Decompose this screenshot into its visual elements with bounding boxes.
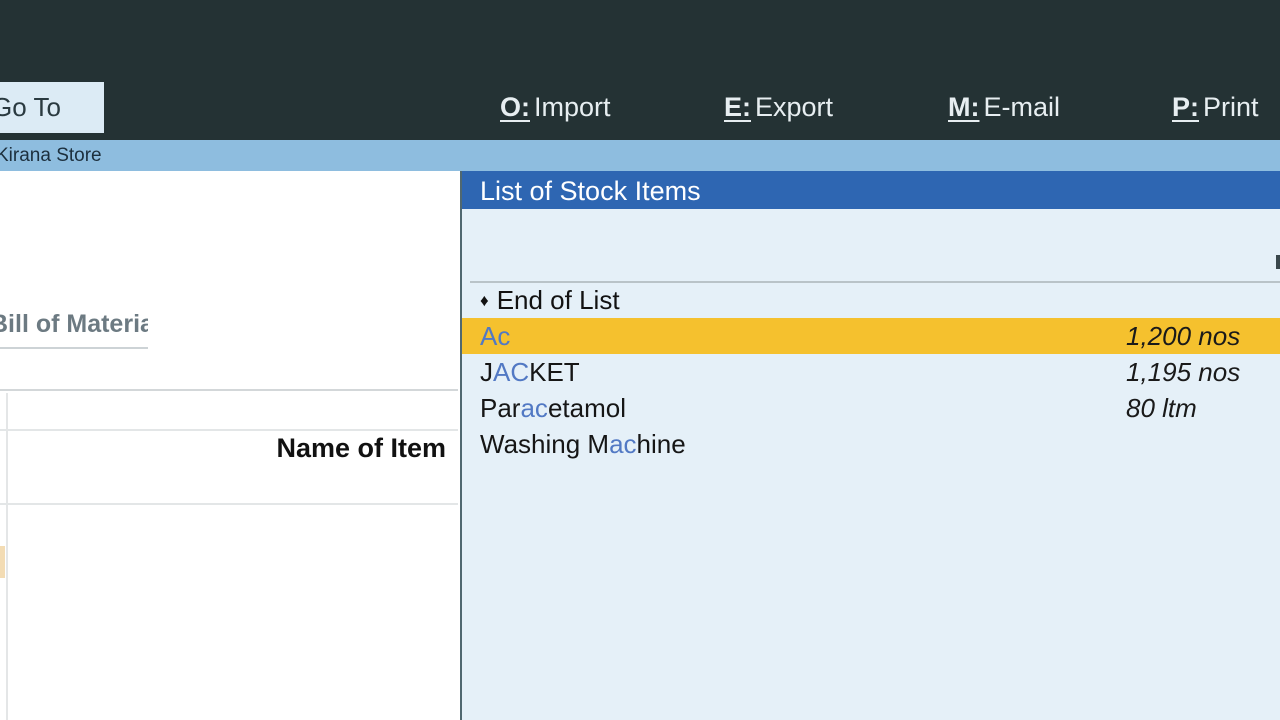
item-name-prefix: Washing M xyxy=(480,429,610,459)
list-item[interactable]: Washing Machine xyxy=(462,426,1280,462)
email-shortcut: M: xyxy=(948,92,980,122)
bom-heading-text: Bill of Materials xyxy=(0,310,148,338)
bom-form-panel: Bill of Materials Name of Item xyxy=(0,171,460,720)
export-shortcut: E: xyxy=(724,92,751,122)
item-name-match: c xyxy=(497,321,511,351)
list-item-selected[interactable]: Ac 1,200 nos xyxy=(462,318,1280,354)
item-name-rest: hine xyxy=(636,429,686,459)
item-name: Washing Machine xyxy=(480,426,686,462)
goto-button-label: Go To xyxy=(0,92,61,122)
scroll-indicator[interactable] xyxy=(1276,255,1280,269)
bom-heading: Bill of Materials xyxy=(0,309,148,349)
form-divider xyxy=(0,389,458,391)
stock-items-list-panel: List of Stock Items ♦ End of List Ac 1,20… xyxy=(460,171,1280,720)
diamond-icon: ♦ xyxy=(480,291,489,310)
item-name-rest: KET xyxy=(529,357,580,387)
item-name-match: AC xyxy=(493,357,530,387)
list-item[interactable]: JACKET 1,195 nos xyxy=(462,354,1280,390)
print-button[interactable]: P: Print xyxy=(1172,90,1259,124)
item-name-rest: etamol xyxy=(547,393,626,423)
list-title: List of Stock Items xyxy=(462,171,1280,209)
item-quantity: 1,200 nos xyxy=(1126,321,1241,351)
item-quantity: 1,195 nos xyxy=(1126,357,1241,387)
item-name-prefix: J xyxy=(480,357,493,387)
item-name-match: ac xyxy=(520,393,548,423)
header-bottom-divider xyxy=(0,503,458,505)
top-toolbar: Go To O: Import E: Export M: E-mail P: Print xyxy=(0,0,1280,140)
import-label: Import xyxy=(534,92,611,122)
import-button[interactable]: O: Import xyxy=(500,90,611,124)
table-left-border xyxy=(6,393,8,720)
item-name-match: ac xyxy=(609,429,637,459)
print-shortcut: P: xyxy=(1172,92,1199,122)
stock-item-rows: Ac 1,200 nos JACKET 1,195 nos Paracetamo… xyxy=(462,318,1280,462)
export-label: Export xyxy=(755,92,834,122)
item-name: JACKET xyxy=(480,354,580,390)
item-name-match: A xyxy=(480,321,498,351)
item-name: Paracetamol xyxy=(480,390,626,426)
end-of-list-label: End of List xyxy=(496,285,620,315)
export-button[interactable]: E: Export xyxy=(724,90,833,124)
print-label: Print xyxy=(1203,92,1259,122)
company-name-bar: Kirana Store xyxy=(0,140,1280,171)
goto-button[interactable]: Go To xyxy=(0,82,104,133)
item-name: Ac xyxy=(480,318,510,354)
list-item[interactable]: Paracetamol 80 ltm xyxy=(462,390,1280,426)
email-button[interactable]: M: E-mail xyxy=(948,90,1060,124)
item-name-prefix: Par xyxy=(480,393,521,423)
tally-window: Go To O: Import E: Export M: E-mail P: Print… xyxy=(0,0,1280,720)
company-name: Kirana Store xyxy=(0,145,102,166)
row-focus-marker xyxy=(0,546,5,578)
item-quantity: 80 ltm xyxy=(1126,393,1197,423)
end-of-list-item[interactable]: ♦ End of List xyxy=(480,283,620,317)
email-label: E-mail xyxy=(983,92,1060,122)
column-header-name-of-item: Name of Item xyxy=(276,433,446,463)
header-top-divider xyxy=(0,429,458,431)
import-shortcut: O: xyxy=(500,92,530,122)
